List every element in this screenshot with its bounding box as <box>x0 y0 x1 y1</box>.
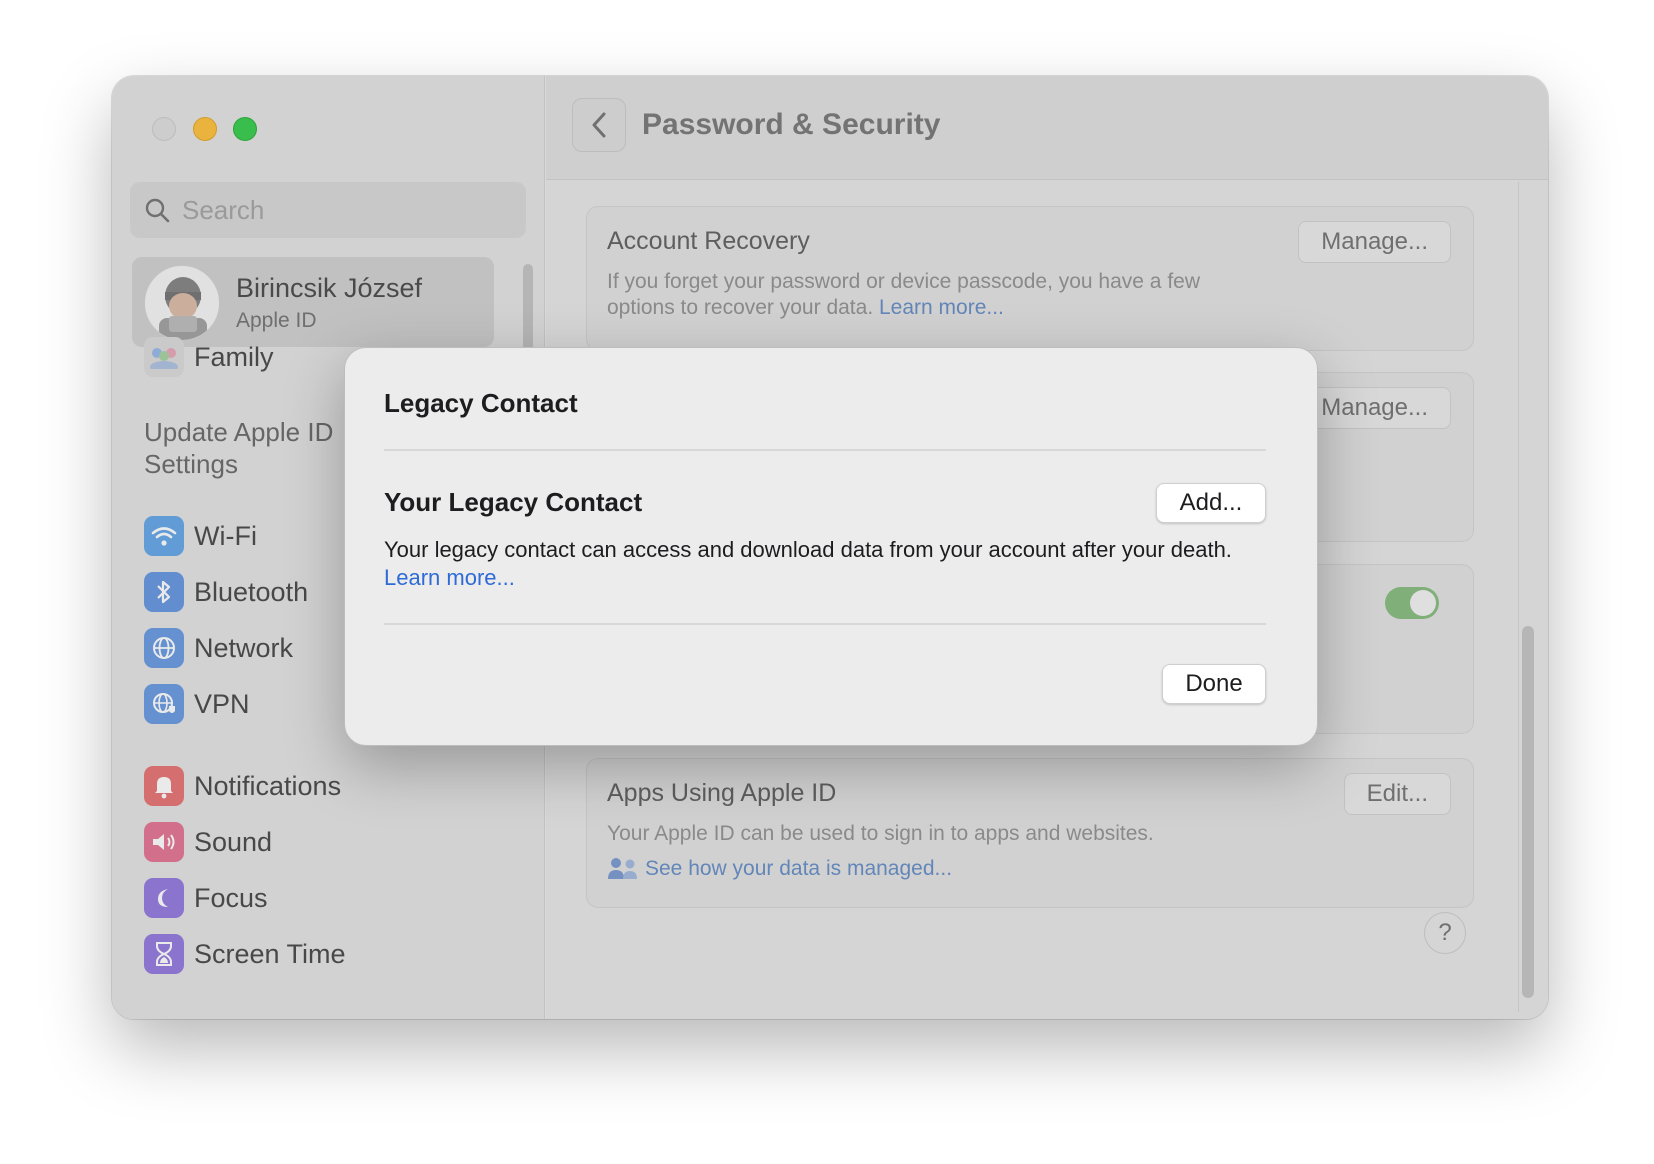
sidebar-item-label: Notifications <box>194 770 342 801</box>
dialog-title: Legacy Contact <box>384 388 578 418</box>
done-button[interactable]: Done <box>1162 664 1266 704</box>
card-title: Account Recovery <box>607 227 810 255</box>
profile-name: Birincsik József <box>236 273 423 303</box>
sidebar-item-sound[interactable]: Sound <box>144 820 272 864</box>
toolbar: Password & Security <box>546 76 1548 180</box>
data-management-link-row[interactable]: See how your data is managed... <box>607 857 952 881</box>
sidebar-item-label: Focus <box>194 882 268 913</box>
moon-icon <box>144 878 184 918</box>
privacy-people-icon <box>608 858 637 879</box>
vpn-globe-icon <box>144 684 184 724</box>
bluetooth-icon <box>144 572 184 612</box>
update-apple-id-settings[interactable]: Update Apple ID Settings <box>144 416 364 480</box>
globe-icon <box>144 628 184 668</box>
maximize-window-button[interactable] <box>233 117 257 141</box>
update-line-2: Settings <box>144 449 238 479</box>
see-how-data-managed-link[interactable]: See how your data is managed... <box>645 857 952 881</box>
page-title: Password & Security <box>642 108 941 141</box>
card-description: If you forget your password or device pa… <box>607 270 1200 319</box>
learn-more-link[interactable]: Learn more... <box>879 296 1004 319</box>
apple-id-profile[interactable]: Birincsik József Apple ID <box>132 257 494 347</box>
sidebar-item-notifications[interactable]: Notifications <box>144 764 341 808</box>
family-icon <box>144 337 184 377</box>
sidebar-item-label: Wi-Fi <box>194 520 257 551</box>
update-line-1: Update Apple ID <box>144 417 334 447</box>
manage-legacy-button[interactable]: Manage... <box>1298 387 1451 429</box>
account-recovery-card: Account Recovery If you forget your pass… <box>586 206 1474 351</box>
dialog-section-title: Your Legacy Contact <box>384 487 643 517</box>
sidebar-item-family[interactable]: Family <box>144 335 274 379</box>
bell-icon <box>144 766 184 806</box>
card-description: Your Apple ID can be used to sign in to … <box>607 822 1154 845</box>
sidebar-item-label: Family <box>194 341 274 372</box>
profile-subtitle: Apple ID <box>236 309 317 332</box>
security-toggle[interactable] <box>1385 587 1439 619</box>
minimize-window-button[interactable] <box>193 117 217 141</box>
sidebar-item-network[interactable]: Network <box>144 626 293 670</box>
sidebar-item-label: VPN <box>194 688 250 719</box>
sidebar-item-label: Network <box>194 632 294 663</box>
learn-more-link[interactable]: Learn more... <box>384 565 515 590</box>
card-title: Apps Using Apple ID <box>607 779 837 807</box>
sidebar-item-focus[interactable]: Focus <box>144 876 268 920</box>
dialog-description: Your legacy contact can access and downl… <box>384 537 1232 590</box>
sidebar-item-bluetooth[interactable]: Bluetooth <box>144 570 308 614</box>
edit-apps-button[interactable]: Edit... <box>1343 773 1451 815</box>
sidebar-item-vpn[interactable]: VPN <box>144 682 250 726</box>
speaker-icon <box>144 822 184 862</box>
chevron-left-icon <box>592 112 606 138</box>
content-scrollbar[interactable] <box>1522 626 1534 998</box>
sidebar-item-label: Sound <box>194 826 273 857</box>
add-legacy-contact-button[interactable]: Add... <box>1156 483 1266 523</box>
wifi-icon <box>144 516 184 556</box>
sidebar-item-wifi[interactable]: Wi-Fi <box>144 514 257 558</box>
hourglass-icon <box>144 934 184 974</box>
search-input[interactable] <box>182 194 502 226</box>
search-icon <box>145 198 170 223</box>
legacy-contact-dialog: Legacy Contact Your Legacy Contact Add..… <box>344 347 1318 746</box>
avatar <box>144 265 220 341</box>
help-button[interactable]: ? <box>1424 912 1466 954</box>
sidebar-item-label: Bluetooth <box>194 576 309 607</box>
search-field[interactable] <box>130 182 526 238</box>
sidebar-item-screen-time[interactable]: Screen Time <box>144 932 346 976</box>
sidebar-scrollbar[interactable] <box>523 264 533 354</box>
back-button[interactable] <box>572 98 626 152</box>
divider <box>384 449 1266 451</box>
close-window-button[interactable] <box>152 117 176 141</box>
apps-using-apple-id-card: Apps Using Apple ID Your Apple ID can be… <box>586 758 1474 908</box>
manage-recovery-button[interactable]: Manage... <box>1298 221 1451 263</box>
divider <box>384 623 1266 625</box>
sidebar-item-label: Screen Time <box>194 938 346 969</box>
